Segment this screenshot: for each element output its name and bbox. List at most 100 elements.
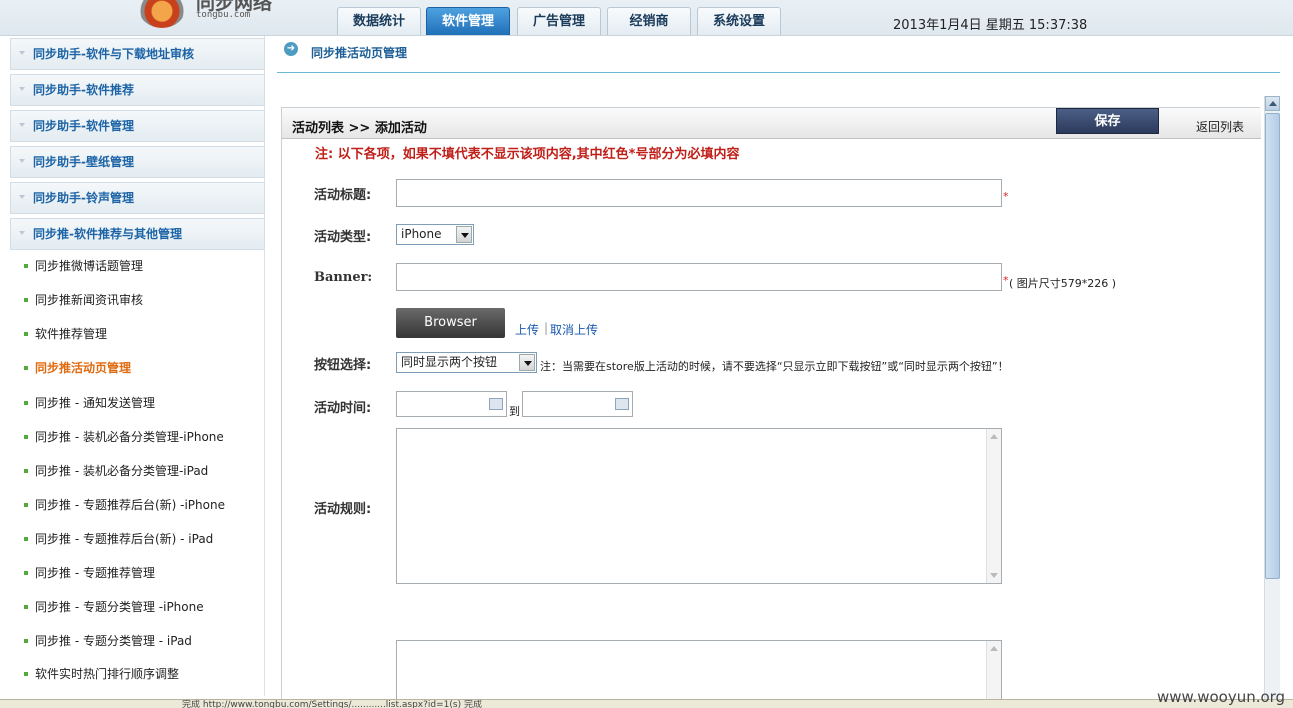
- sidebar-item-topic-category-ipad[interactable]: 同步推 - 专题分类管理 - iPad: [10, 629, 265, 653]
- sidebar-item-topics-recommend[interactable]: 同步推 - 专题推荐管理: [10, 561, 265, 585]
- bullet-icon: [24, 469, 28, 473]
- sidebar-item-topic-category-iphone[interactable]: 同步推 - 专题分类管理 -iPhone: [10, 595, 265, 619]
- scroll-thumb[interactable]: [1265, 113, 1280, 579]
- upload-link[interactable]: 上传: [515, 321, 539, 338]
- page-title: 同步推活动页管理: [311, 46, 408, 60]
- sidebar-item-hot-ranking[interactable]: 软件实时热门排行顺序调整: [10, 662, 265, 686]
- sidebar-item-weibo-topics[interactable]: 同步推微博话题管理: [10, 254, 265, 278]
- status-url: 完成 http://www.tongbu.com/Settings/......…: [182, 700, 482, 708]
- textarea-scrollbar[interactable]: [986, 641, 1001, 708]
- sidebar-item-label: 软件实时热门排行顺序调整: [35, 667, 180, 681]
- current-datetime: 2013年1月4日 星期五 15:37:38: [893, 18, 1088, 33]
- panel-header: 活动列表 >> 添加活动 保存 返回列表: [282, 108, 1261, 139]
- button-choice-value: 同时显示两个按钮: [401, 355, 498, 369]
- scroll-up-icon[interactable]: [990, 646, 998, 651]
- sidebar-item-label: 同步推 - 专题分类管理 -iPhone: [35, 600, 204, 614]
- bullet-icon: [24, 298, 28, 302]
- sidebar-category-label: 同步助手-铃声管理: [33, 191, 134, 205]
- browser-statusbar: 完成 http://www.tongbu.com/Settings/......…: [0, 699, 1293, 708]
- chevron-down-icon: [19, 123, 25, 127]
- sidebar-item-activity-page[interactable]: 同步推活动页管理: [10, 356, 265, 380]
- sidebar-item-software-recommend[interactable]: 软件推荐管理: [10, 322, 265, 346]
- sidebar-item-label: 同步推 - 专题推荐后台(新) -iPhone: [35, 498, 225, 512]
- scroll-up-icon[interactable]: [990, 434, 998, 439]
- sidebar-item-label: 同步推 - 装机必备分类管理-iPhone: [35, 430, 224, 444]
- sidebar-category-label: 同步助手-壁纸管理: [33, 155, 134, 169]
- calendar-icon[interactable]: [489, 398, 503, 410]
- required-mark: *: [1003, 190, 1009, 203]
- bullet-icon: [24, 672, 28, 676]
- sidebar-item-notification[interactable]: 同步推 - 通知发送管理: [10, 391, 265, 415]
- textarea-scrollbar[interactable]: [986, 429, 1001, 583]
- tab-software-management[interactable]: 软件管理: [426, 7, 510, 35]
- activity-type-select[interactable]: iPhone: [396, 224, 474, 245]
- additional-textarea[interactable]: [396, 640, 1002, 708]
- end-date-input[interactable]: [522, 391, 633, 417]
- sidebar-item-news-audit[interactable]: 同步推新闻资讯审核: [10, 288, 265, 312]
- sidebar-category-software[interactable]: 同步助手-软件管理: [10, 110, 265, 142]
- activity-type-value: iPhone: [401, 227, 442, 241]
- date-range-separator: 到: [509, 405, 520, 418]
- watermark: www.wooyun.org: [1157, 688, 1286, 706]
- start-date-input[interactable]: [396, 391, 507, 417]
- sidebar-category-recommend[interactable]: 同步助手-软件推荐: [10, 74, 265, 106]
- sidebar-item-label: 同步推 - 专题推荐后台(新) - iPad: [35, 532, 214, 546]
- page-scrollbar[interactable]: [1264, 96, 1280, 708]
- cancel-upload-link[interactable]: 取消上传: [550, 321, 598, 338]
- tab-data-stats[interactable]: 数据统计: [337, 7, 421, 35]
- bullet-icon: [24, 571, 28, 575]
- sidebar-category-label: 同步助手-软件与下载地址审核: [33, 47, 194, 61]
- chevron-down-icon: [19, 87, 25, 91]
- bullet-icon: [24, 503, 28, 507]
- bullet-icon: [24, 639, 28, 643]
- top-header: 同步网络 tongbu.com 数据统计 软件管理 广告管理 经销商 系统设置 …: [0, 0, 1293, 36]
- required-notice: 注: 以下各项，如果不填代表不显示该项内容,其中红色*号部分为必填内容: [315, 147, 740, 162]
- save-button[interactable]: 保存: [1056, 108, 1159, 134]
- link-separator: |: [544, 321, 549, 335]
- chevron-down-icon: [519, 354, 535, 371]
- scroll-up-icon[interactable]: [1265, 96, 1280, 111]
- page-header: ➜ 同步推活动页管理: [277, 36, 1280, 73]
- sidebar: 同步助手-软件与下载地址审核 同步助手-软件推荐 同步助手-软件管理 同步助手-…: [10, 36, 265, 696]
- sidebar-item-essentials-iphone[interactable]: 同步推 - 装机必备分类管理-iPhone: [10, 425, 265, 449]
- bullet-icon: [24, 264, 28, 268]
- chevron-down-icon: [456, 226, 472, 243]
- sidebar-item-label: 软件推荐管理: [35, 327, 108, 341]
- sidebar-item-essentials-ipad[interactable]: 同步推 - 装机必备分类管理-iPad: [10, 459, 265, 483]
- sidebar-item-label: 同步推 - 装机必备分类管理-iPad: [35, 464, 209, 478]
- tab-dealers[interactable]: 经销商: [607, 7, 691, 35]
- arrow-right-icon: ➜: [284, 42, 298, 56]
- activity-type-label: 活动类型:: [314, 230, 372, 245]
- sidebar-item-topics-new-iphone[interactable]: 同步推 - 专题推荐后台(新) -iPhone: [10, 493, 265, 517]
- chevron-down-icon: [19, 51, 25, 55]
- logo-domain: tongbu.com: [196, 10, 251, 20]
- tab-system-settings[interactable]: 系统设置: [697, 7, 781, 35]
- bullet-icon: [24, 366, 28, 370]
- scroll-down-icon[interactable]: [990, 573, 998, 578]
- sidebar-item-label: 同步推新闻资讯审核: [35, 293, 144, 307]
- back-to-list-link[interactable]: 返回列表: [1196, 118, 1244, 135]
- browse-button[interactable]: Browser: [396, 308, 505, 338]
- sidebar-item-label: 同步推 - 专题推荐管理: [35, 566, 155, 580]
- banner-label: Banner:: [314, 270, 373, 285]
- calendar-icon[interactable]: [615, 398, 629, 410]
- required-mark: *: [1003, 274, 1009, 287]
- sidebar-category-label: 同步助手-软件管理: [33, 119, 134, 133]
- button-choice-note: 注：当需要在store版上活动的时候，请不要选择“只显示立即下载按钮”或“同时显…: [540, 360, 1009, 373]
- activity-rules-textarea[interactable]: [396, 428, 1002, 584]
- sidebar-category-audit[interactable]: 同步助手-软件与下载地址审核: [10, 38, 265, 70]
- sidebar-category-wallpaper[interactable]: 同步助手-壁纸管理: [10, 146, 265, 178]
- sidebar-category-tongbutui[interactable]: 同步推-软件推荐与其他管理: [10, 218, 265, 250]
- button-choice-select[interactable]: 同时显示两个按钮: [396, 352, 537, 373]
- chevron-down-icon: [19, 231, 25, 235]
- activity-rules-label: 活动规则:: [314, 502, 372, 517]
- sidebar-category-ringtone[interactable]: 同步助手-铃声管理: [10, 182, 265, 214]
- sidebar-category-label: 同步助手-软件推荐: [33, 83, 134, 97]
- banner-input[interactable]: [396, 263, 1002, 291]
- tab-ad-management[interactable]: 广告管理: [517, 7, 601, 35]
- button-choice-label: 按钮选择:: [314, 358, 372, 373]
- activity-title-input[interactable]: [396, 179, 1002, 207]
- banner-size-hint: ( 图片尺寸579*226 ): [1009, 277, 1117, 290]
- logo-icon: [138, 0, 186, 28]
- sidebar-item-topics-new-ipad[interactable]: 同步推 - 专题推荐后台(新) - iPad: [10, 527, 265, 551]
